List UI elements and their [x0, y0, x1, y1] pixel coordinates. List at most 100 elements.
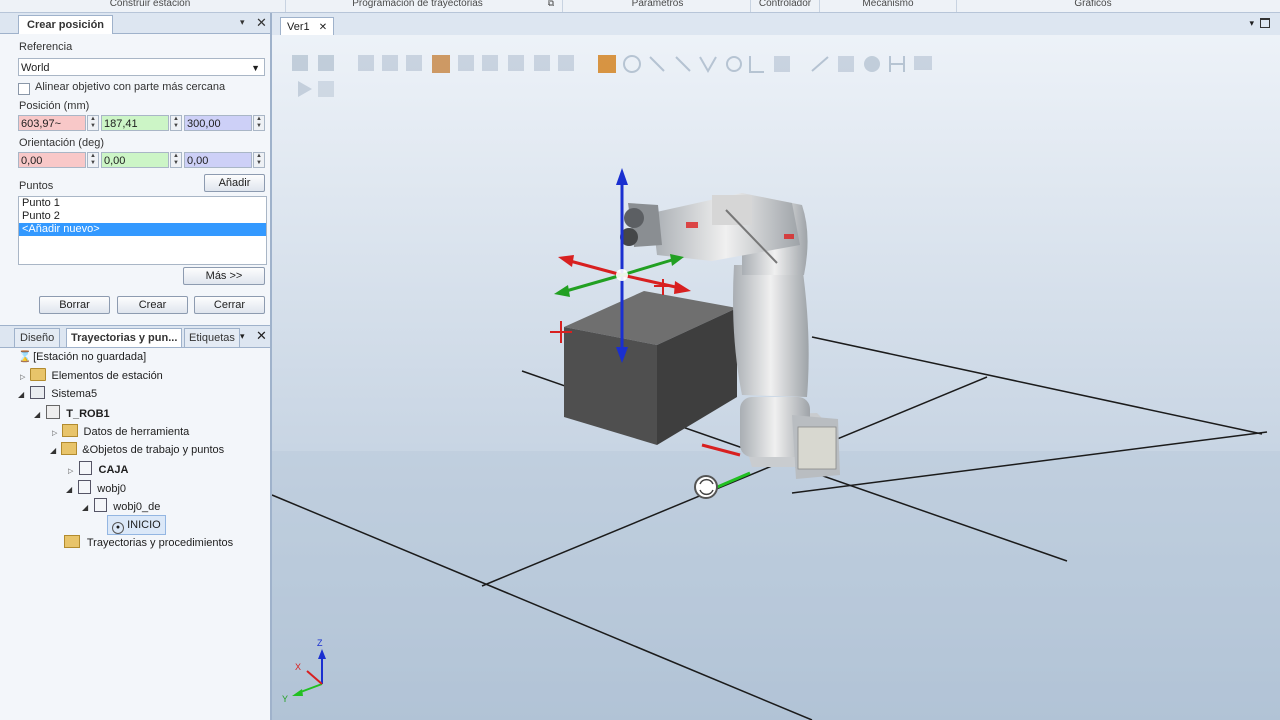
panel-close-icon[interactable]: ✕: [256, 15, 267, 31]
tree-tool-data[interactable]: ▷ Datos de herramienta: [52, 424, 189, 440]
orientation-z-stepper[interactable]: ▲ ▼: [253, 152, 265, 168]
view-tab-bar: [272, 13, 1280, 36]
y-axis-label: Y: [282, 694, 288, 704]
folder-icon: [62, 424, 79, 437]
view-toolbar-icon[interactable]: [406, 55, 422, 71]
position-z-input[interactable]: 300,00: [184, 115, 252, 131]
close-icon[interactable]: ✕: [319, 22, 327, 33]
orientation-x-stepper[interactable]: ▲ ▼: [87, 152, 99, 168]
position-y-stepper[interactable]: ▲ ▼: [170, 115, 182, 131]
view-toolbar-icon[interactable]: [292, 55, 308, 71]
viewport-3d[interactable]: Ver1 ✕ ▾ Z X Y: [272, 13, 1280, 720]
list-item[interactable]: <Añadir nuevo>: [19, 223, 266, 236]
tab-etiquetas[interactable]: Etiquetas: [184, 328, 240, 347]
tree-workobjects[interactable]: ◢ &Objetos de trabajo y puntos: [50, 442, 224, 458]
view-dropdown-icon[interactable]: ▾: [1249, 18, 1254, 29]
panel-close-icon[interactable]: ✕: [256, 328, 267, 344]
view-toolbar-icon[interactable]: [774, 56, 790, 72]
scene-canvas[interactable]: Z X Y: [272, 35, 1280, 720]
view-toolbar-icon[interactable]: [318, 81, 334, 97]
create-button[interactable]: Crear: [117, 296, 188, 314]
tree-paths[interactable]: Trayectorias y procedimientos: [64, 535, 233, 551]
ribbon-separator: [819, 0, 820, 12]
station-icon: ⌛: [18, 351, 32, 363]
tree-system[interactable]: ◢ Sistema5: [18, 386, 97, 402]
tree-label: Elementos de estación: [51, 370, 163, 382]
expand-icon[interactable]: ▷: [52, 430, 57, 437]
folder-icon: [64, 535, 80, 548]
view-toolbar-icon[interactable]: [358, 55, 374, 71]
tree-task[interactable]: ◢ T_ROB1: [34, 405, 110, 421]
tab-crear-posicion[interactable]: Crear posición: [18, 15, 114, 34]
tree-wobj0-de[interactable]: ◢ wobj0_de: [82, 498, 160, 514]
panel-dropdown-icon[interactable]: ▾: [240, 17, 245, 28]
collapse-icon[interactable]: ◢: [82, 503, 88, 512]
tree-label: Sistema5: [51, 388, 98, 400]
orientation-z-input[interactable]: 0,00: [184, 152, 252, 168]
reference-select[interactable]: World ▼: [18, 58, 265, 76]
orientation-y-stepper[interactable]: ▲ ▼: [170, 152, 182, 168]
tree-label: CAJA: [98, 464, 129, 476]
folder-icon: [30, 368, 47, 381]
list-item[interactable]: Punto 2: [19, 210, 266, 223]
position-z-stepper[interactable]: ▲ ▼: [253, 115, 265, 131]
align-checkbox[interactable]: [18, 83, 30, 95]
task-icon: [46, 405, 61, 419]
close-button[interactable]: Cerrar: [194, 296, 265, 314]
tree-station[interactable]: ⌛ [Estación no guardada]: [18, 349, 146, 365]
ribbon-launcher-icon[interactable]: ⧉: [545, 0, 557, 9]
ribbon-group-programacion: Programación de trayectorias: [352, 0, 483, 9]
workobject-icon: [94, 498, 108, 512]
collapse-icon[interactable]: ◢: [50, 446, 56, 455]
list-item[interactable]: Punto 1: [19, 197, 266, 210]
orientation-x-input[interactable]: 0,00: [18, 152, 86, 168]
expand-icon[interactable]: ▷: [20, 374, 25, 381]
collapse-icon[interactable]: ◢: [34, 410, 40, 419]
tree-inicio[interactable]: ● INICIO: [107, 515, 166, 535]
ribbon-group-mecanismo: Mecanismo: [862, 0, 914, 9]
tab-ver1[interactable]: Ver1 ✕: [280, 17, 335, 36]
orientation-label: Orientación (deg): [19, 137, 104, 149]
ribbon-separator: [562, 0, 563, 12]
view-toolbar-icon[interactable]: [382, 55, 398, 71]
position-y-input[interactable]: 187,41: [101, 115, 169, 131]
workobject-icon: [79, 461, 93, 475]
view-toolbar-icon[interactable]: [558, 55, 574, 71]
tab-trayectorias[interactable]: Trayectorias y pun...: [66, 328, 183, 347]
points-list[interactable]: Punto 1 Punto 2 <Añadir nuevo>: [18, 196, 267, 265]
position-x-input[interactable]: 603,97~: [18, 115, 86, 131]
x-axis-label: X: [295, 662, 301, 672]
panel-dropdown-icon[interactable]: ▾: [240, 331, 245, 342]
view-toolbar-icon[interactable]: [534, 55, 550, 71]
tree-wobj0[interactable]: ◢ wobj0: [66, 480, 126, 496]
chevron-down-icon: ▼: [251, 63, 260, 73]
delete-button[interactable]: Borrar: [39, 296, 110, 314]
collapse-icon[interactable]: ◢: [18, 390, 24, 399]
reference-label: Referencia: [19, 41, 73, 53]
align-checkbox-label: Alinear objetivo con parte más cercana: [35, 81, 226, 93]
maximize-icon[interactable]: [1260, 18, 1270, 28]
view-toolbar-icon[interactable]: [864, 56, 880, 72]
add-point-button[interactable]: Añadir: [204, 174, 265, 192]
tab-diseno[interactable]: Diseño: [14, 328, 61, 347]
view-toolbar-icon[interactable]: [508, 55, 524, 71]
view-toolbar-icon[interactable]: [838, 56, 854, 72]
position-x-stepper[interactable]: ▲ ▼: [87, 115, 99, 131]
controller-icon: [30, 386, 46, 399]
view-toolbar-icon[interactable]: [482, 55, 498, 71]
view-toolbar-icon[interactable]: [914, 56, 932, 70]
view-toolbar-icon[interactable]: [318, 55, 334, 71]
tree-label: [Estación no guardada]: [33, 351, 147, 363]
tree-label: wobj0: [97, 483, 127, 495]
view-toolbar-icon[interactable]: [458, 55, 474, 71]
collapse-icon[interactable]: ◢: [66, 485, 72, 494]
orientation-y-input[interactable]: 0,00: [101, 152, 169, 168]
ribbon-group-parametros: Parámetros: [631, 0, 684, 9]
more-button[interactable]: Más >>: [183, 267, 265, 285]
view-toolbar-icon[interactable]: [598, 55, 616, 73]
tree-caja[interactable]: ▷ CAJA: [68, 461, 128, 477]
tree-label: T_ROB1: [66, 408, 110, 420]
expand-icon[interactable]: ▷: [68, 468, 73, 475]
view-toolbar-icon[interactable]: [432, 55, 450, 73]
tree-station-elements[interactable]: ▷ Elementos de estación: [20, 368, 163, 384]
